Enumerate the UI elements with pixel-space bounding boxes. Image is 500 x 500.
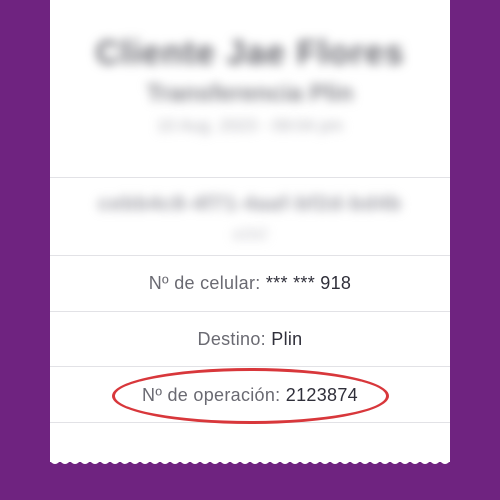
- divider: [50, 255, 450, 256]
- blurred-transaction-code: cebb4c8-4f71-4aaf-bf2d-bd4b: [98, 193, 402, 215]
- blurred-date: 10 Aug. 2023 - 09:04 pm: [156, 116, 344, 135]
- destination-value: Plin: [271, 329, 303, 349]
- destination-row: Destino: Plin: [50, 329, 450, 350]
- phone-value: *** *** 918: [265, 273, 352, 293]
- phone-label: Nº de celular:: [148, 273, 261, 293]
- operation-number-highlight-circle: [112, 368, 389, 424]
- destination-label: Destino:: [197, 329, 266, 349]
- divider: [50, 177, 450, 178]
- blurred-transaction-code-2: a1b2: [232, 226, 268, 243]
- phone-row: Nº de celular: *** *** 918: [50, 273, 450, 294]
- divider: [50, 366, 450, 367]
- receipt-scalloped-edge: [50, 455, 450, 464]
- blurred-recipient-name: Cliente Jae Flores: [95, 34, 405, 72]
- blurred-subtitle: Transferencia Plin: [146, 80, 354, 107]
- divider: [50, 311, 450, 312]
